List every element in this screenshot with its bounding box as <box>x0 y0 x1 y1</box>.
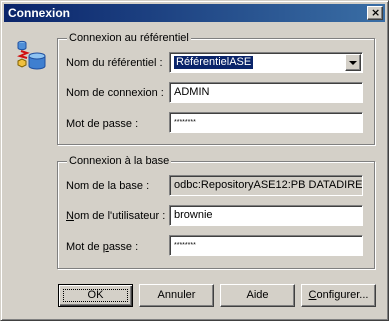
database-password-value: ******** <box>174 242 196 249</box>
login-name-value: ADMIN <box>174 86 210 98</box>
user-name-label-mnemonic: N <box>66 210 74 222</box>
login-name-input[interactable]: ADMIN <box>169 82 363 103</box>
title-bar[interactable]: Connexion × <box>4 4 385 22</box>
repository-password-input[interactable]: ******** <box>169 112 363 133</box>
database-name-value: odbc:RepositoryASE12:PB DATADIREC <box>174 179 363 191</box>
repository-password-value: ******** <box>174 119 196 126</box>
database-password-label-start: Mot de <box>66 241 103 253</box>
database-name-label: Nom de la base : <box>66 180 150 192</box>
close-icon: × <box>371 6 381 19</box>
database-password-input[interactable]: ******** <box>169 235 363 256</box>
database-password-label: Mot de passe : <box>66 240 138 254</box>
user-name-value: brownie <box>174 209 213 221</box>
database-name-field: odbc:RepositoryASE12:PB DATADIREC <box>169 175 363 196</box>
cancel-button[interactable]: Annuler <box>139 284 214 307</box>
repository-name-label: Nom du référentiel : <box>66 57 163 69</box>
close-button[interactable]: × <box>367 6 383 20</box>
database-password-label-text: asse : <box>108 241 139 253</box>
login-name-label: Nom de connexion : <box>66 87 164 99</box>
help-button-label: Aide <box>246 289 269 301</box>
repository-connection-icon <box>17 40 46 70</box>
user-name-label-text: om de l'utilisateur : <box>73 210 166 222</box>
configure-button[interactable]: Configurer... <box>301 284 376 307</box>
connexion-dialog: Connexion × Connexion au référentiel Nom… <box>0 0 389 321</box>
user-name-input[interactable]: brownie <box>169 205 363 226</box>
chevron-down-icon <box>349 61 357 65</box>
repository-name-select[interactable]: RéférentielASE <box>169 52 363 73</box>
window-title: Connexion <box>8 6 70 20</box>
repository-name-value: RéférentielASE <box>174 56 254 69</box>
repository-password-label: Mot de passe : <box>66 118 139 130</box>
focus-rectangle <box>63 289 128 302</box>
ok-button[interactable]: OK <box>58 284 133 307</box>
cancel-button-label: Annuler <box>157 289 196 301</box>
database-group-title: Connexion à la base <box>67 154 172 168</box>
help-button[interactable]: Aide <box>220 284 295 307</box>
configure-button-label: onfigurer... <box>316 289 369 301</box>
repository-dropdown-button[interactable] <box>345 54 361 71</box>
repository-group-title: Connexion au référentiel <box>67 31 191 45</box>
user-name-label: Nom de l'utilisateur : <box>66 209 165 223</box>
